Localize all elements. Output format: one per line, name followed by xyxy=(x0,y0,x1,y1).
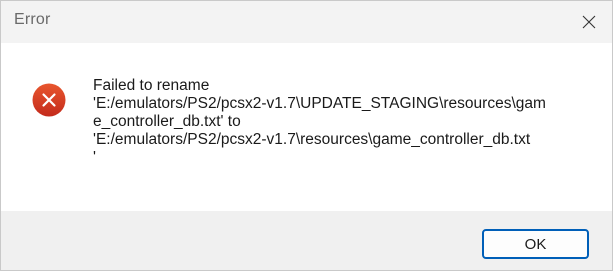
message-line: ' xyxy=(93,149,96,166)
close-icon xyxy=(582,15,596,29)
error-icon xyxy=(32,83,66,117)
ok-button[interactable]: OK xyxy=(482,229,589,259)
window-title: Error xyxy=(14,11,51,28)
message-line: Failed to rename xyxy=(93,77,210,94)
message-line: 'E:/emulators/PS2/pcsx2-v1.7\UPDATE_STAG… xyxy=(93,95,546,112)
error-dialog: Error Failed to rename 'E:/emulators/PS2… xyxy=(0,0,613,271)
dialog-footer: OK xyxy=(1,211,612,270)
message-line: 'E:/emulators/PS2/pcsx2-v1.7\resources\g… xyxy=(93,131,531,148)
error-message: Failed to rename 'E:/emulators/PS2/pcsx2… xyxy=(93,77,593,167)
title-bar: Error xyxy=(1,1,612,43)
message-line: e_controller_db.txt' to xyxy=(93,113,241,130)
close-button[interactable] xyxy=(566,1,612,43)
dialog-content: Failed to rename 'E:/emulators/PS2/pcsx2… xyxy=(1,43,612,211)
